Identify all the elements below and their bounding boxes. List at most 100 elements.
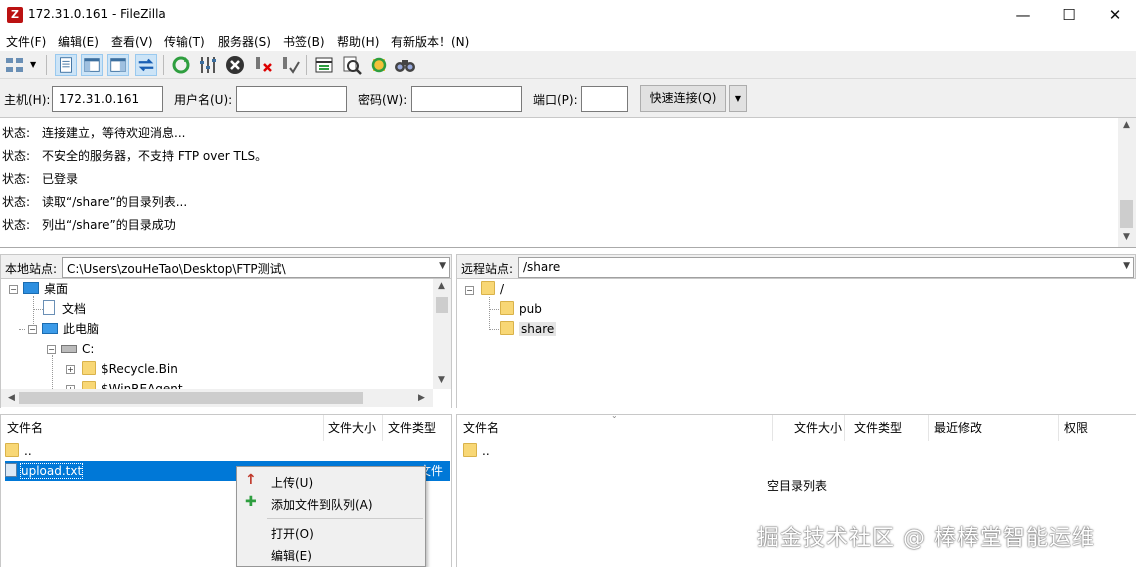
- list-item[interactable]: ..: [5, 441, 445, 461]
- remote-path-combobox[interactable]: /share ▼: [518, 257, 1134, 278]
- toggle-local-tree-icon[interactable]: [81, 54, 103, 76]
- sync-browsing-icon[interactable]: [368, 54, 390, 76]
- local-tree-scrollbar[interactable]: ▲ ▼: [433, 279, 451, 389]
- menu-item-open[interactable]: 打开(O): [271, 525, 314, 542]
- toggle-transfer-queue-icon[interactable]: [135, 54, 157, 76]
- column-divider[interactable]: [1058, 415, 1059, 441]
- menu-transfer[interactable]: 传输(T): [164, 33, 205, 50]
- search-icon[interactable]: [394, 54, 416, 76]
- column-divider[interactable]: [844, 415, 845, 441]
- menu-item-add-to-queue[interactable]: 添加文件到队列(A): [271, 496, 373, 513]
- folder-icon: [500, 301, 514, 315]
- column-header-permissions[interactable]: 权限: [1064, 417, 1088, 439]
- tree-item-root[interactable]: /: [481, 279, 504, 299]
- expand-icon[interactable]: +: [66, 365, 75, 374]
- collapse-icon[interactable]: −: [28, 325, 37, 334]
- comparison-icon[interactable]: [341, 54, 363, 76]
- chevron-down-icon[interactable]: ▼: [1123, 261, 1130, 271]
- tree-line: [33, 309, 43, 310]
- tree-item-drive-c[interactable]: C:: [61, 339, 94, 359]
- tree-item-documents[interactable]: 文档: [43, 299, 86, 319]
- column-header-filesize[interactable]: 文件大小: [794, 417, 842, 439]
- quickconnect-button[interactable]: 快速连接(Q): [640, 85, 726, 112]
- site-manager-icon[interactable]: [4, 54, 26, 76]
- scroll-down-icon[interactable]: ▼: [1118, 232, 1135, 242]
- column-header-filename[interactable]: 文件名: [7, 417, 43, 439]
- menu-bookmarks[interactable]: 书签(B): [283, 33, 325, 50]
- reconnect-icon[interactable]: [279, 54, 301, 76]
- host-input[interactable]: 172.31.0.161: [52, 86, 163, 112]
- quickconnect-history-dropdown-icon[interactable]: ▼: [729, 85, 747, 112]
- column-header-modified[interactable]: 最近修改: [934, 417, 982, 439]
- context-menu: ↑ 上传(U) ✚ 添加文件到队列(A) 打开(O) 编辑(E): [236, 466, 426, 567]
- port-input[interactable]: [581, 86, 628, 112]
- scroll-up-icon[interactable]: ▲: [433, 281, 450, 291]
- maximize-button[interactable]: ☐: [1046, 0, 1092, 31]
- username-input[interactable]: [236, 86, 347, 112]
- tree-line: [489, 329, 499, 330]
- tree-item-recycle-bin[interactable]: $Recycle.Bin: [82, 359, 178, 379]
- filezilla-app-icon: Z: [7, 7, 23, 23]
- add-to-queue-icon: ✚: [245, 494, 257, 510]
- column-header-filesize[interactable]: 文件大小: [328, 417, 376, 439]
- scroll-left-icon[interactable]: ◀: [3, 393, 20, 403]
- scrollbar-thumb[interactable]: [1120, 200, 1133, 228]
- process-queue-icon[interactable]: [197, 54, 219, 76]
- menu-edit[interactable]: 编辑(E): [58, 33, 99, 50]
- local-tree-hscrollbar[interactable]: ◀ ▶: [1, 389, 433, 407]
- menu-new-version[interactable]: 有新版本！(N): [391, 33, 469, 50]
- refresh-icon[interactable]: [170, 54, 192, 76]
- message-log: 状态: 连接建立，等待欢迎消息... 状态: 不安全的服务器，不支持 FTP ove…: [0, 118, 1136, 248]
- remote-directory-tree: − / pub share: [456, 279, 1136, 408]
- tree-item-pub[interactable]: pub: [500, 299, 542, 319]
- toggle-message-log-icon[interactable]: [55, 54, 77, 76]
- site-manager-dropdown-icon[interactable]: ▼: [30, 60, 36, 69]
- directory-filter-icon[interactable]: [313, 54, 335, 76]
- cancel-icon[interactable]: [224, 54, 246, 76]
- toolbar-separator: [163, 55, 164, 75]
- tree-item-desktop[interactable]: 桌面: [23, 279, 68, 299]
- scroll-up-icon[interactable]: ▲: [1118, 120, 1135, 130]
- log-scrollbar[interactable]: ▲ ▼: [1118, 118, 1136, 247]
- folder-icon: [500, 321, 514, 335]
- column-divider[interactable]: [928, 415, 929, 441]
- column-header-filetype[interactable]: 文件类型: [388, 417, 436, 439]
- collapse-icon[interactable]: −: [465, 286, 474, 295]
- local-path-combobox[interactable]: C:\Users\zouHeTao\Desktop\FTP测试\ ▼: [62, 257, 450, 278]
- column-header-filetype[interactable]: 文件类型: [854, 417, 902, 439]
- menu-server[interactable]: 服务器(S): [218, 33, 271, 50]
- drive-icon: [61, 345, 77, 353]
- toggle-remote-tree-icon[interactable]: [107, 54, 129, 76]
- close-button[interactable]: ✕: [1092, 0, 1136, 31]
- computer-icon: [42, 323, 58, 334]
- menu-item-edit[interactable]: 编辑(E): [271, 547, 312, 564]
- scroll-right-icon[interactable]: ▶: [413, 393, 430, 403]
- column-divider[interactable]: [772, 415, 773, 441]
- menu-view[interactable]: 查看(V): [111, 33, 153, 50]
- chevron-down-icon[interactable]: ▼: [439, 261, 446, 271]
- scrollbar-thumb[interactable]: [19, 392, 363, 404]
- local-directory-tree: − 桌面 文档 − 此电脑 − C: + $Recycle.Bin + $Win…: [0, 279, 452, 408]
- column-divider[interactable]: [382, 415, 383, 441]
- upload-arrow-icon: ↑: [245, 472, 257, 488]
- password-input[interactable]: [411, 86, 522, 112]
- toolbar-separator: [46, 55, 47, 75]
- tree-item-this-pc[interactable]: 此电脑: [42, 319, 99, 339]
- column-header-filename[interactable]: 文件名: [463, 417, 499, 439]
- menu-item-upload[interactable]: 上传(U): [271, 474, 313, 491]
- minimize-button[interactable]: —: [1000, 0, 1046, 31]
- tree-item-share[interactable]: share: [500, 319, 557, 339]
- folder-icon: [82, 361, 96, 375]
- scrollbar-thumb[interactable]: [436, 297, 448, 313]
- scroll-down-icon[interactable]: ▼: [433, 375, 450, 385]
- folder-icon: [481, 281, 495, 295]
- menu-help[interactable]: 帮助(H): [337, 33, 379, 50]
- disconnect-icon[interactable]: [252, 54, 274, 76]
- list-item[interactable]: ..: [463, 441, 490, 461]
- collapse-icon[interactable]: −: [9, 285, 18, 294]
- collapse-icon[interactable]: −: [47, 345, 56, 354]
- toolbar: ▼: [0, 51, 1136, 79]
- menu-file[interactable]: 文件(F): [6, 33, 46, 50]
- column-divider[interactable]: [323, 415, 324, 441]
- folder-icon: [463, 443, 477, 457]
